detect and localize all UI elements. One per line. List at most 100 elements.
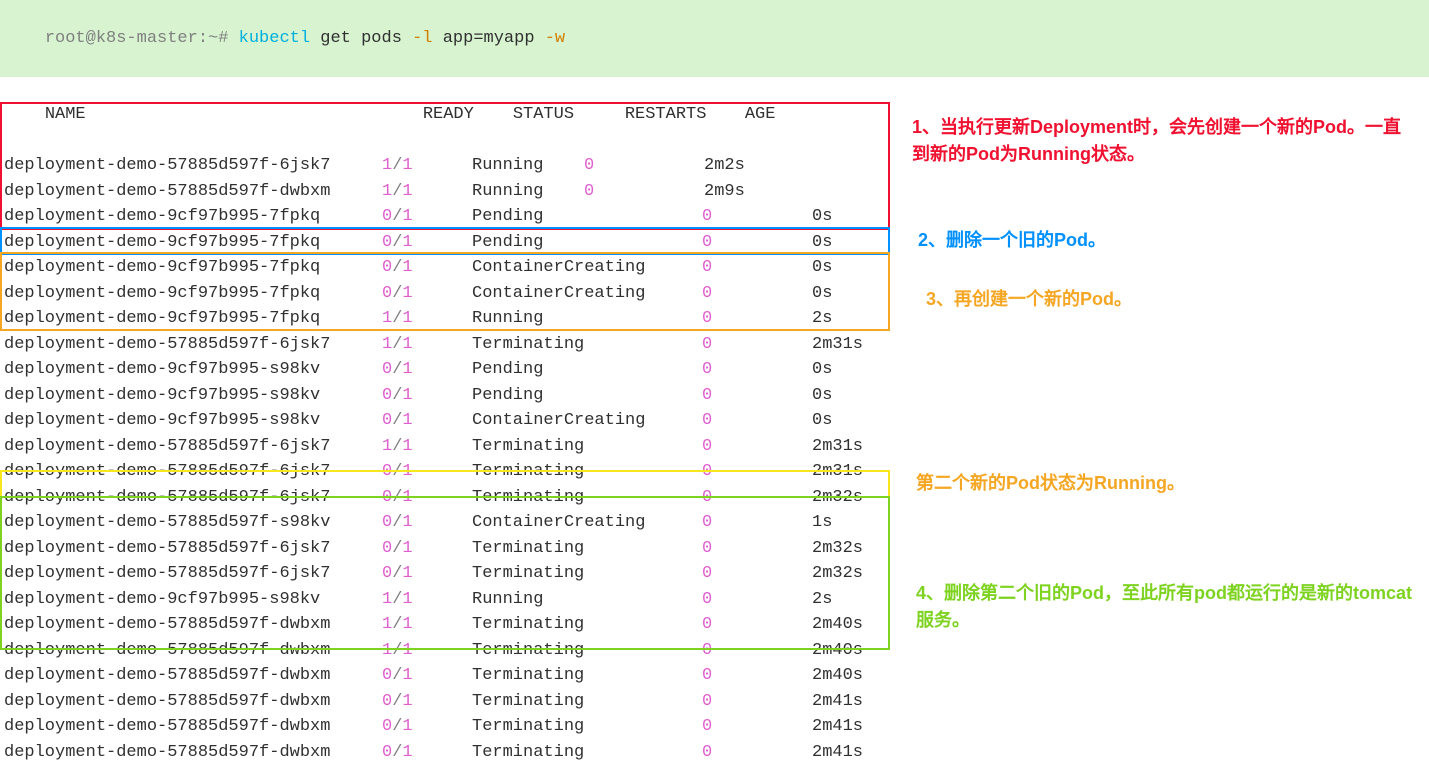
pod-restarts: 0 — [702, 587, 812, 613]
pod-ready: 1/1 — [382, 306, 472, 332]
pod-ready: 0/1 — [382, 459, 472, 485]
pod-age: 2m40s — [812, 663, 863, 689]
pod-status: Terminating — [472, 536, 702, 562]
pod-age: 0s — [812, 255, 832, 281]
table-row: deployment-demo-57885d597f-6jsk71/1Termi… — [0, 332, 1429, 358]
pod-status: Terminating — [472, 638, 702, 664]
pod-age: 2m31s — [812, 459, 863, 485]
pod-status: Pending — [472, 230, 702, 256]
pod-status: Terminating — [472, 663, 702, 689]
table-row: deployment-demo-57885d597f-6jsk71/1Termi… — [0, 434, 1429, 460]
table-row: deployment-demo-57885d597f-dwbxm0/1Termi… — [0, 689, 1429, 715]
pod-status: Pending — [472, 204, 702, 230]
table-row: deployment-demo-9cf97b995-s98kv0/1Pendin… — [0, 383, 1429, 409]
pod-name: deployment-demo-57885d597f-6jsk7 — [4, 459, 382, 485]
pod-ready: 0/1 — [382, 230, 472, 256]
pod-name: deployment-demo-57885d597f-dwbxm — [4, 714, 382, 740]
pod-name: deployment-demo-57885d597f-6jsk7 — [4, 153, 382, 179]
pod-restarts: 0 — [702, 714, 812, 740]
pod-name: deployment-demo-57885d597f-6jsk7 — [4, 485, 382, 511]
pod-name: deployment-demo-9cf97b995-7fpkq — [4, 230, 382, 256]
pod-restarts: 0 — [702, 612, 812, 638]
pod-name: deployment-demo-9cf97b995-7fpkq — [4, 306, 382, 332]
pod-restarts: 0 — [702, 638, 812, 664]
pod-ready: 0/1 — [382, 714, 472, 740]
pod-restarts: 0 — [702, 332, 812, 358]
pod-status: ContainerCreating — [472, 255, 702, 281]
pod-restarts: 0 — [702, 485, 812, 511]
table-row: deployment-demo-9cf97b995-7fpkq0/1Contai… — [0, 281, 1429, 307]
pod-restarts: 0 — [702, 459, 812, 485]
pod-status: ContainerCreating — [472, 281, 702, 307]
pod-age: 0s — [812, 383, 832, 409]
cmd-args2: app=myapp — [433, 29, 545, 48]
pod-name: deployment-demo-9cf97b995-s98kv — [4, 383, 382, 409]
prompt-path: :~# — [198, 29, 239, 48]
table-row: deployment-demo-57885d597f-dwbxm1/1Runni… — [0, 179, 1429, 205]
table-row: deployment-demo-9cf97b995-7fpkq1/1Runnin… — [0, 306, 1429, 332]
pod-name: deployment-demo-57885d597f-dwbxm — [4, 689, 382, 715]
pod-restarts: 0 — [702, 510, 812, 536]
pod-age: 0s — [812, 357, 832, 383]
table-row: deployment-demo-9cf97b995-7fpkq0/1Pendin… — [0, 230, 1429, 256]
pod-restarts: 0 — [584, 179, 704, 205]
pod-age: 0s — [812, 408, 832, 434]
pod-ready: 0/1 — [382, 663, 472, 689]
pod-name: deployment-demo-9cf97b995-s98kv — [4, 408, 382, 434]
pod-status: Running — [472, 587, 702, 613]
pod-name: deployment-demo-57885d597f-6jsk7 — [4, 332, 382, 358]
pod-ready: 1/1 — [382, 587, 472, 613]
pod-ready: 0/1 — [382, 561, 472, 587]
pod-age: 0s — [812, 281, 832, 307]
command-line: root@k8s-master:~# kubectl get pods -l a… — [0, 0, 1429, 77]
pod-restarts: 0 — [702, 204, 812, 230]
pod-name: deployment-demo-57885d597f-s98kv — [4, 510, 382, 536]
pod-ready: 1/1 — [382, 612, 472, 638]
pod-age: 2m32s — [812, 561, 863, 587]
pod-age: 2m40s — [812, 612, 863, 638]
pod-name: deployment-demo-57885d597f-6jsk7 — [4, 561, 382, 587]
pod-age: 2m32s — [812, 536, 863, 562]
pod-age: 1s — [812, 510, 832, 536]
pod-age: 0s — [812, 230, 832, 256]
table-row: deployment-demo-9cf97b995-7fpkq0/1Pendin… — [0, 204, 1429, 230]
pod-name: deployment-demo-57885d597f-dwbxm — [4, 179, 382, 205]
note-2: 2、删除一个旧的Pod。 — [918, 227, 1106, 254]
table-row: deployment-demo-57885d597f-dwbxm0/1Termi… — [0, 663, 1429, 689]
pod-name: deployment-demo-57885d597f-6jsk7 — [4, 536, 382, 562]
pod-ready: 0/1 — [382, 408, 472, 434]
note-3: 3、再创建一个新的Pod。 — [926, 286, 1132, 313]
pod-name: deployment-demo-57885d597f-6jsk7 — [4, 434, 382, 460]
table-row: deployment-demo-57885d597f-dwbxm0/1Termi… — [0, 740, 1429, 765]
pod-restarts: 0 — [702, 663, 812, 689]
pod-status: Pending — [472, 357, 702, 383]
pod-ready: 1/1 — [382, 434, 472, 460]
pod-status: Terminating — [472, 612, 702, 638]
note-5: 4、删除第二个旧的Pod，至此所有pod都运行的是新的tomcat服务。 — [916, 580, 1416, 634]
note-1: 1、当执行更新Deployment时，会先创建一个新的Pod。一直到新的Pod为… — [912, 114, 1412, 168]
pod-status: Running — [472, 179, 584, 205]
pod-age: 2m31s — [812, 332, 863, 358]
pod-name: deployment-demo-57885d597f-dwbxm — [4, 663, 382, 689]
cmd-flag1: -l — [412, 29, 432, 48]
pod-restarts: 0 — [702, 306, 812, 332]
table-row: deployment-demo-57885d597f-dwbxm1/1Termi… — [0, 638, 1429, 664]
pod-restarts: 0 — [702, 434, 812, 460]
pod-ready: 1/1 — [382, 153, 472, 179]
note-4: 第二个新的Pod状态为Running。 — [916, 470, 1185, 497]
pod-status: Running — [472, 306, 702, 332]
table-row: deployment-demo-9cf97b995-s98kv0/1Contai… — [0, 408, 1429, 434]
pod-status: Terminating — [472, 332, 702, 358]
pod-restarts: 0 — [584, 153, 704, 179]
header-ready: READY — [423, 102, 513, 128]
pod-restarts: 0 — [702, 536, 812, 562]
pod-age: 0s — [812, 204, 832, 230]
pod-status: Terminating — [472, 740, 702, 765]
header-name: NAME — [45, 102, 423, 128]
header-age: AGE — [745, 102, 776, 128]
pod-ready: 0/1 — [382, 536, 472, 562]
pod-status: Terminating — [472, 434, 702, 460]
pod-age: 2m32s — [812, 485, 863, 511]
pod-restarts: 0 — [702, 561, 812, 587]
pod-ready: 1/1 — [382, 638, 472, 664]
